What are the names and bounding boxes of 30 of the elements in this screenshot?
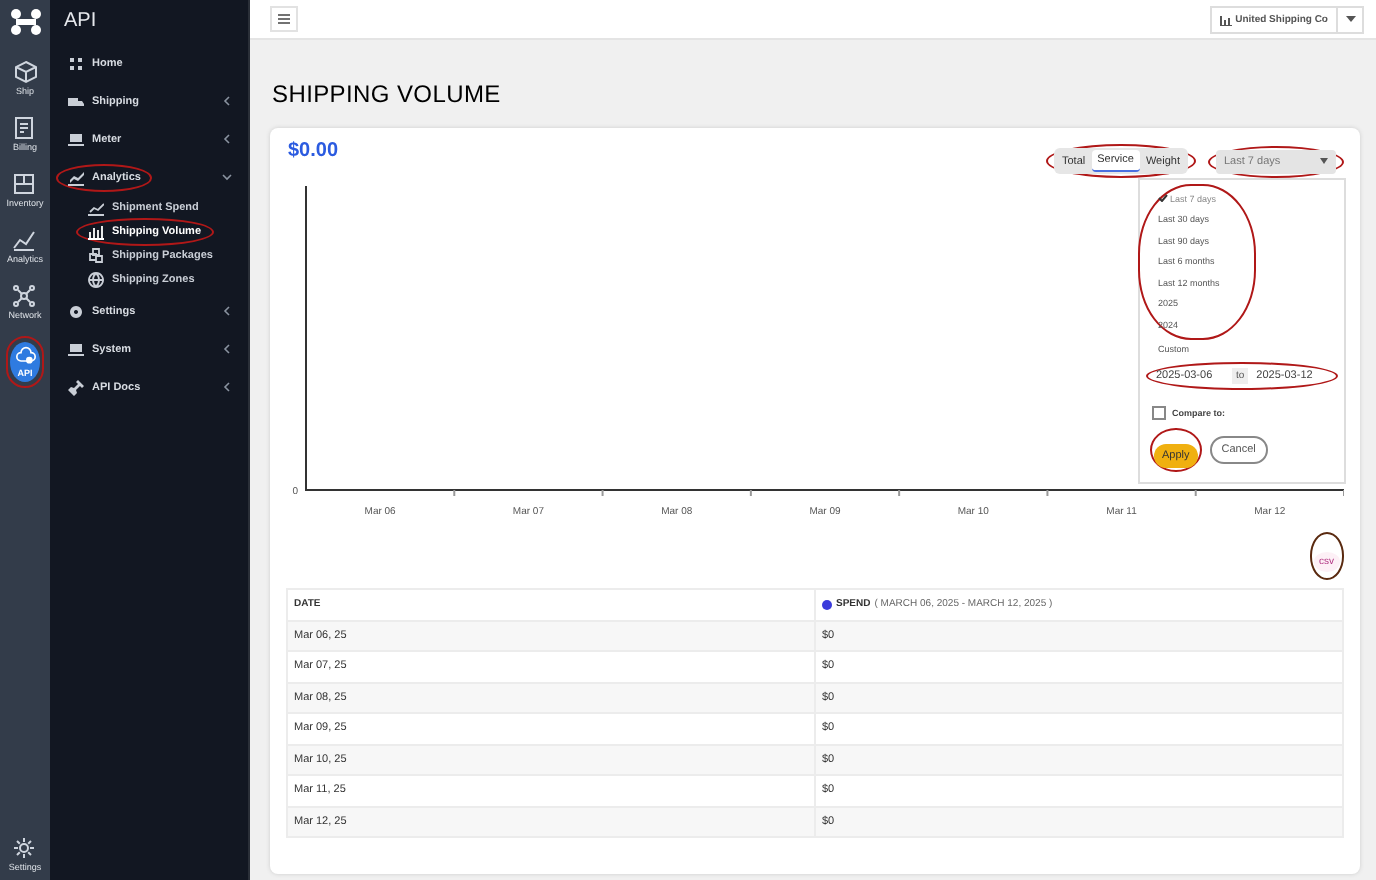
page-title: SHIPPING VOLUME bbox=[272, 80, 503, 108]
grid-icon bbox=[12, 172, 37, 196]
caret-icon bbox=[1320, 158, 1328, 164]
menu-button[interactable] bbox=[270, 6, 298, 32]
globe-icon bbox=[88, 272, 104, 288]
total-amount: $0.00 bbox=[286, 140, 339, 162]
monitor-icon bbox=[68, 341, 84, 357]
gear-icon bbox=[12, 836, 37, 860]
receipt-icon bbox=[12, 116, 37, 140]
check-icon bbox=[1158, 194, 1168, 203]
gear-icon bbox=[68, 303, 84, 319]
truck-icon bbox=[68, 93, 84, 109]
compare-checkbox[interactable] bbox=[1152, 406, 1166, 420]
menu-icon bbox=[278, 14, 290, 24]
boxes-icon bbox=[88, 248, 104, 264]
cloud-icon bbox=[13, 346, 37, 366]
network-icon bbox=[12, 284, 37, 308]
bar-chart-icon bbox=[1219, 13, 1232, 25]
plug-icon bbox=[68, 379, 84, 395]
sidebar-title: API bbox=[64, 10, 99, 32]
laptop-icon bbox=[68, 131, 84, 147]
bar-chart-icon bbox=[88, 224, 104, 240]
logo-icon bbox=[9, 8, 41, 36]
line-chart-icon bbox=[12, 228, 37, 252]
caret-icon bbox=[1345, 16, 1355, 22]
cube-icon bbox=[13, 60, 37, 84]
company-menu-button[interactable] bbox=[1338, 5, 1364, 33]
line-chart-icon bbox=[88, 200, 104, 216]
grid-icon bbox=[68, 55, 84, 71]
line-chart-icon bbox=[68, 169, 84, 185]
